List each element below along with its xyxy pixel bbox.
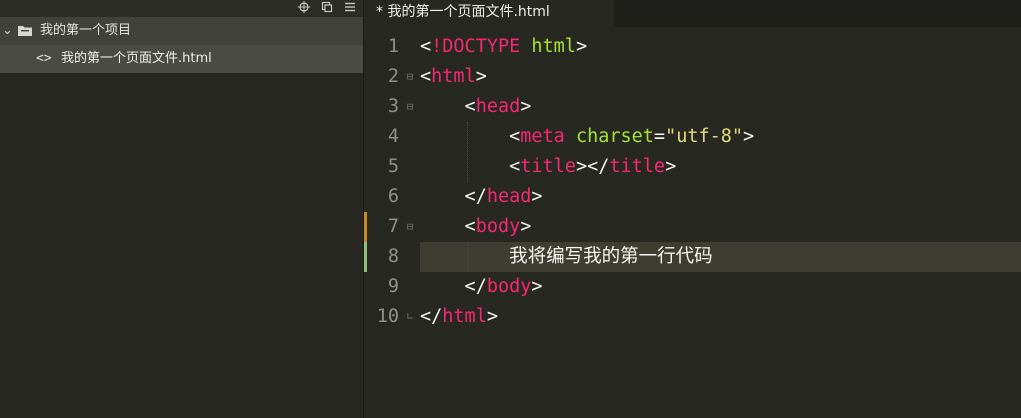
code-token: html [431, 66, 476, 87]
code-token: > [743, 126, 755, 147]
code-token: > [520, 96, 532, 117]
code-token: > [665, 156, 677, 177]
fold-marker-icon[interactable]: ⊟ [405, 92, 415, 122]
code-text: </body> [420, 272, 543, 302]
code-token: </ [420, 306, 443, 327]
folder-icon [17, 24, 33, 41]
code-token: html [442, 306, 487, 327]
line-number: 6 [387, 186, 399, 207]
code-line[interactable]: 9 </body> [364, 272, 1021, 302]
project-name: 我的第一个项目 [40, 23, 132, 38]
line-number: 9 [387, 276, 399, 297]
code-line[interactable]: 4 <meta charset="utf-8"> [364, 122, 1021, 152]
code-token: ></ [575, 156, 610, 177]
code-text: <!DOCTYPE html> [420, 32, 587, 62]
code-text: <body> [420, 212, 532, 242]
code-text: </head> [420, 182, 543, 212]
code-token: > [475, 66, 487, 87]
indent-guide [466, 122, 468, 182]
fold-marker-icon[interactable]: ∟ [405, 302, 415, 332]
line-number: 7 [387, 216, 399, 237]
crosshair-icon[interactable] [297, 1, 311, 15]
line-number: 3 [387, 96, 399, 117]
code-token: = [653, 126, 666, 147]
code-line[interactable]: 我将编写我的第一行代码 [420, 242, 1021, 272]
code-line[interactable]: 2 ⊟ <html> [364, 62, 1021, 92]
code-token: < [420, 96, 476, 117]
code-line[interactable]: 7 ⊟ <body> [364, 212, 1021, 242]
code-token: body [475, 216, 521, 237]
tab-bar: * 我的第一个页面文件.html [364, 0, 1021, 27]
code-token: > [486, 306, 498, 327]
code-line[interactable]: 1 <!DOCTYPE html> [364, 32, 1021, 62]
line-number: 1 [387, 36, 399, 57]
sidebar: ⌄ 我的第一个项目 <> 我的第一个页面文件.html [0, 0, 364, 418]
code-token: > [531, 186, 543, 207]
line-number: 10 [376, 306, 399, 327]
code-token: </ [420, 276, 487, 297]
code-token: < [420, 36, 432, 57]
code-token: < [420, 156, 521, 177]
code-token: < [420, 216, 476, 237]
line-number: 2 [387, 66, 399, 87]
line-number: 5 [387, 156, 399, 177]
code-line[interactable]: 3 ⊟ <head> [364, 92, 1021, 122]
sidebar-toolbar [0, 0, 363, 17]
code-token: "utf-8" [665, 126, 744, 147]
code-token: charset [575, 126, 654, 147]
code-token: body [486, 276, 532, 297]
gutter-row: 8 [364, 242, 420, 272]
code-text: <title></title> [420, 152, 676, 182]
line-number: 8 [387, 246, 399, 267]
change-marker [364, 212, 367, 242]
code-token: html [531, 36, 576, 57]
code-token: > [520, 216, 532, 237]
code-line[interactable]: 6 </head> [364, 182, 1021, 212]
code-token: 我将编写我的第一行代码 [420, 246, 713, 267]
fold-marker-icon[interactable]: ⊟ [405, 62, 415, 92]
code-token: > [531, 276, 543, 297]
code-file-icon: <> [36, 51, 52, 66]
change-marker [364, 242, 367, 272]
copy-icon[interactable] [320, 1, 334, 15]
code-token: title [520, 156, 576, 177]
code-area[interactable]: 1 <!DOCTYPE html> 2 ⊟ <html> 3 ⊟ <head> 4 <meta… [364, 32, 1021, 418]
indent-guide [466, 242, 468, 272]
tree-item-file[interactable]: <> 我的第一个页面文件.html [0, 45, 363, 73]
editor: * 我的第一个页面文件.html 1 <!DOCTYPE html> 2 ⊟ <html… [364, 0, 1021, 418]
code-text: <html> [420, 62, 487, 92]
tab-title: * 我的第一个页面文件.html [376, 4, 550, 20]
code-text: </html> [420, 302, 498, 332]
code-token: head [486, 186, 532, 207]
menu-icon[interactable] [343, 1, 357, 15]
code-token: </ [420, 186, 487, 207]
code-token: > [575, 36, 588, 57]
code-text: 我将编写我的第一行代码 [420, 242, 713, 272]
code-line[interactable]: 10 ∟ </html> [364, 302, 1021, 332]
code-token: head [475, 96, 521, 117]
tab-active-file[interactable]: * 我的第一个页面文件.html [364, 0, 614, 27]
fold-marker-icon[interactable]: ⊟ [405, 212, 415, 242]
line-number: 4 [387, 126, 399, 147]
code-token: < [420, 126, 521, 147]
code-text: <meta charset="utf-8"> [420, 122, 754, 152]
chevron-down-icon[interactable]: ⌄ [2, 17, 13, 45]
tree-item-project[interactable]: ⌄ 我的第一个项目 [0, 17, 363, 45]
code-text: <head> [420, 92, 532, 122]
code-token: < [420, 66, 432, 87]
code-line[interactable]: 5 <title></title> [364, 152, 1021, 182]
code-token: title [609, 156, 666, 177]
code-token: !DOCTYPE [431, 36, 521, 57]
file-name: 我的第一个页面文件.html [61, 51, 212, 66]
code-token: meta [520, 126, 565, 147]
